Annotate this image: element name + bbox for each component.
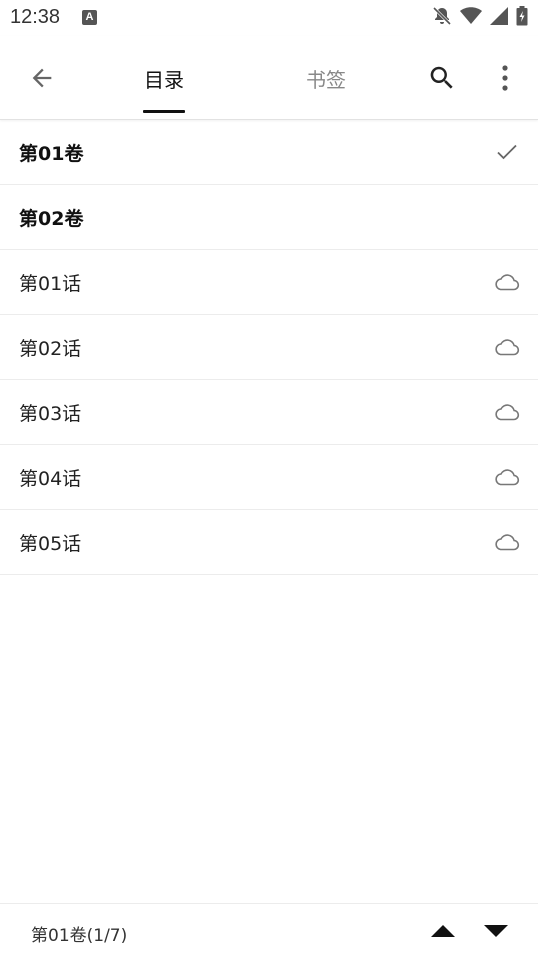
cloud-icon[interactable]	[494, 400, 520, 424]
scroll-down-button[interactable]	[477, 916, 515, 946]
toolbar: 目录 书签	[0, 36, 538, 120]
list-item-label: 第04话	[19, 467, 82, 490]
search-icon	[430, 66, 453, 89]
more-options-button[interactable]	[485, 58, 525, 98]
triangle-up-icon	[431, 925, 455, 937]
search-button[interactable]	[422, 58, 462, 98]
status-bar: 12:38 A	[0, 0, 538, 36]
list-item-label: 第05话	[19, 532, 82, 555]
triangle-down-icon	[484, 925, 508, 937]
bottom-bar: 第01卷(1/7)	[0, 903, 538, 958]
cell-signal-icon	[490, 7, 508, 25]
wifi-icon	[460, 7, 482, 24]
app-notification-icon: A	[82, 10, 97, 25]
back-button[interactable]	[22, 58, 62, 98]
list-item-chapter-05[interactable]: 第05话	[0, 510, 538, 575]
list-item-label: 第02话	[19, 337, 82, 360]
list-item-label: 第03话	[19, 402, 82, 425]
list-item-volume-01[interactable]: 第01卷	[0, 120, 538, 185]
scroll-up-button[interactable]	[424, 916, 462, 946]
check-icon	[494, 140, 520, 164]
tab-contents[interactable]: 目录	[124, 36, 204, 120]
cloud-icon[interactable]	[494, 530, 520, 554]
cloud-icon[interactable]	[494, 335, 520, 359]
notifications-off-icon	[432, 6, 452, 26]
status-time: 12:38	[10, 6, 61, 28]
list-item-chapter-03[interactable]: 第03话	[0, 380, 538, 445]
battery-icon	[516, 6, 528, 26]
list-item-volume-02[interactable]: 第02卷	[0, 185, 538, 250]
more-vert-icon	[502, 65, 508, 91]
list-item-label: 第01卷	[19, 142, 84, 165]
list-item-chapter-01[interactable]: 第01话	[0, 250, 538, 315]
active-tab-indicator	[143, 110, 185, 113]
chapter-list: 第01卷 第02卷 第01话 第02话 第03话 第04话 第05话	[0, 120, 538, 575]
list-item-label: 第01话	[19, 272, 82, 295]
current-position-label: 第01卷(1/7)	[31, 926, 128, 946]
list-item-chapter-02[interactable]: 第02话	[0, 315, 538, 380]
cloud-icon[interactable]	[494, 465, 520, 489]
status-indicators	[432, 6, 528, 26]
list-item-label: 第02卷	[19, 207, 84, 230]
arrow-back-icon	[32, 68, 52, 88]
list-item-chapter-04[interactable]: 第04话	[0, 445, 538, 510]
cloud-icon[interactable]	[494, 270, 520, 294]
tab-bookmarks[interactable]: 书签	[286, 36, 366, 120]
